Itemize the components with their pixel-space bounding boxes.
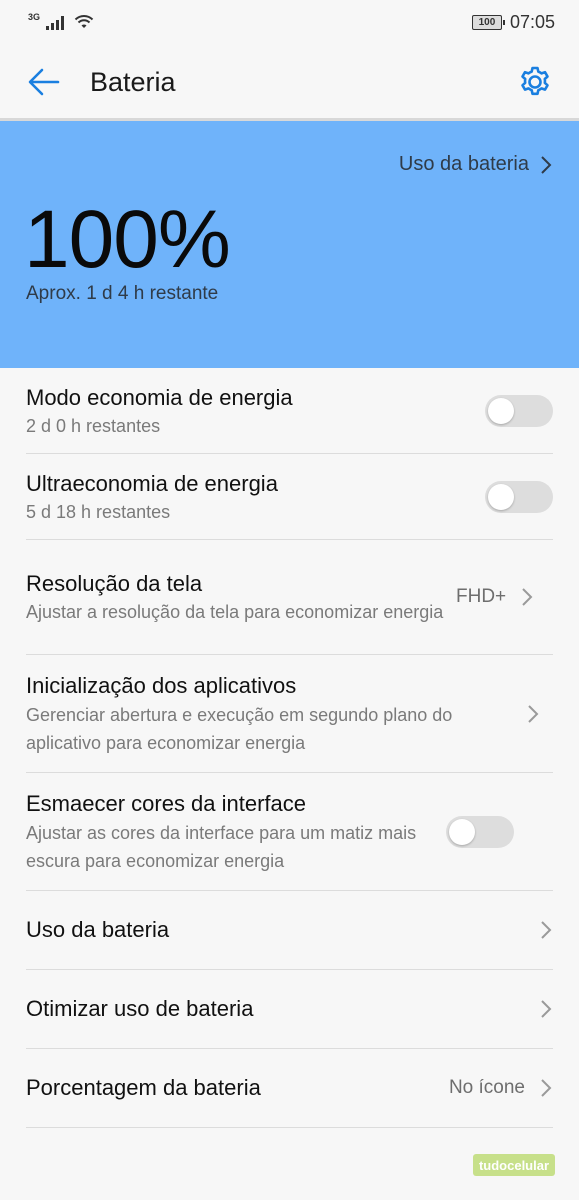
list-item-title: Modo economia de energia [26, 384, 293, 410]
resolution-value: FHD+ [456, 586, 507, 607]
battery-icon: 100 [471, 14, 505, 30]
chevron-right-icon [539, 999, 553, 1019]
list-item-subtitle: Gerenciar abertura e execução em segundo… [26, 704, 453, 753]
list-item-subtitle: 2 d 0 h restantes [26, 415, 161, 436]
list-item-text: Otimizar uso de bateria [26, 994, 539, 1024]
status-bar: 3G 100 07:05 [0, 0, 579, 44]
toggle-knob [488, 397, 514, 424]
dim-colors-toggle[interactable] [446, 815, 514, 848]
wifi-icon [74, 14, 94, 30]
list-item-optimize-battery[interactable]: Otimizar uso de bateria [26, 970, 553, 1049]
status-left: 3G [28, 12, 94, 32]
list-item-title: Uso da bateria [26, 917, 170, 942]
battery-usage-link[interactable]: Uso da bateria [399, 153, 553, 176]
settings-list: Modo economia de energia 2 d 0 h restant… [26, 368, 553, 1128]
list-item-battery-usage[interactable]: Uso da bateria [26, 891, 553, 970]
list-item-text: Inicialização dos aplicativos Gerenciar … [26, 671, 526, 757]
battery-remaining: Aprox. 1 d 4 h restante [26, 283, 219, 304]
app-bar: Bateria [0, 44, 579, 120]
list-item-text: Ultraeconomia de energia 5 d 18 h restan… [26, 469, 485, 525]
toggle-knob [488, 483, 514, 510]
ultra-power-saving-toggle[interactable] [485, 480, 553, 513]
list-item-title: Ultraeconomia de energia [26, 470, 278, 496]
list-item-right: No ícone [449, 1077, 553, 1099]
settings-gear-icon[interactable] [515, 62, 555, 102]
list-item-screen-resolution[interactable]: Resolução da tela Ajustar a resolução da… [26, 540, 553, 655]
list-item-text: Porcentagem da bateria [26, 1073, 449, 1103]
list-item-subtitle: Ajustar a resolução da tela para economi… [26, 602, 444, 622]
list-item-battery-percentage[interactable]: Porcentagem da bateria No ícone [26, 1049, 553, 1128]
chevron-right-icon [520, 587, 534, 607]
list-item-text: Resolução da tela Ajustar a resolução da… [26, 569, 456, 625]
list-item-subtitle: 5 d 18 h restantes [26, 501, 171, 522]
battery-usage-link-label: Uso da bateria [398, 153, 529, 175]
list-item-ultra-power-saving[interactable]: Ultraeconomia de energia 5 d 18 h restan… [26, 454, 553, 540]
chevron-right-icon [539, 155, 553, 175]
list-item-right [539, 920, 553, 940]
list-item-dim-colors[interactable]: Esmaecer cores da interface Ajustar as c… [26, 773, 553, 891]
page-title: Bateria [90, 66, 176, 97]
list-item-title: Otimizar uso de bateria [26, 996, 254, 1021]
list-item-title: Resolução da tela [26, 571, 203, 596]
power-saving-toggle[interactable] [485, 394, 553, 427]
back-arrow-icon[interactable] [24, 62, 64, 102]
clock: 07:05 [509, 11, 555, 32]
signal-icon [46, 14, 65, 30]
battery-percentage-value: No ícone [448, 1077, 525, 1098]
network-type: 3G [28, 12, 41, 22]
list-item-title: Porcentagem da bateria [26, 1075, 261, 1100]
list-item-subtitle: Ajustar as cores da interface para um ma… [26, 822, 417, 871]
status-right: 100 07:05 [471, 11, 555, 33]
watermark-logo: tudocelular [473, 1154, 555, 1176]
list-item-text: Esmaecer cores da interface Ajustar as c… [26, 789, 446, 875]
chevron-right-icon [539, 920, 553, 940]
toggle-knob [449, 818, 475, 845]
list-item-power-saving[interactable]: Modo economia de energia 2 d 0 h restant… [26, 368, 553, 454]
list-item-title: Esmaecer cores da interface [26, 790, 307, 816]
list-item-app-launch[interactable]: Inicialização dos aplicativos Gerenciar … [26, 655, 553, 773]
list-item-text: Modo economia de energia 2 d 0 h restant… [26, 383, 485, 439]
chevron-right-icon [539, 1078, 553, 1098]
battery-hero: Uso da bateria 100% Aprox. 1 d 4 h resta… [0, 121, 579, 368]
list-item-text: Uso da bateria [26, 915, 539, 945]
list-item-right [526, 704, 540, 724]
battery-percentage: 100% [24, 194, 231, 285]
list-item-title: Inicialização dos aplicativos [26, 672, 297, 698]
list-item-right [539, 999, 553, 1019]
list-item-right: FHD+ [456, 586, 534, 608]
chevron-right-icon [526, 704, 540, 724]
